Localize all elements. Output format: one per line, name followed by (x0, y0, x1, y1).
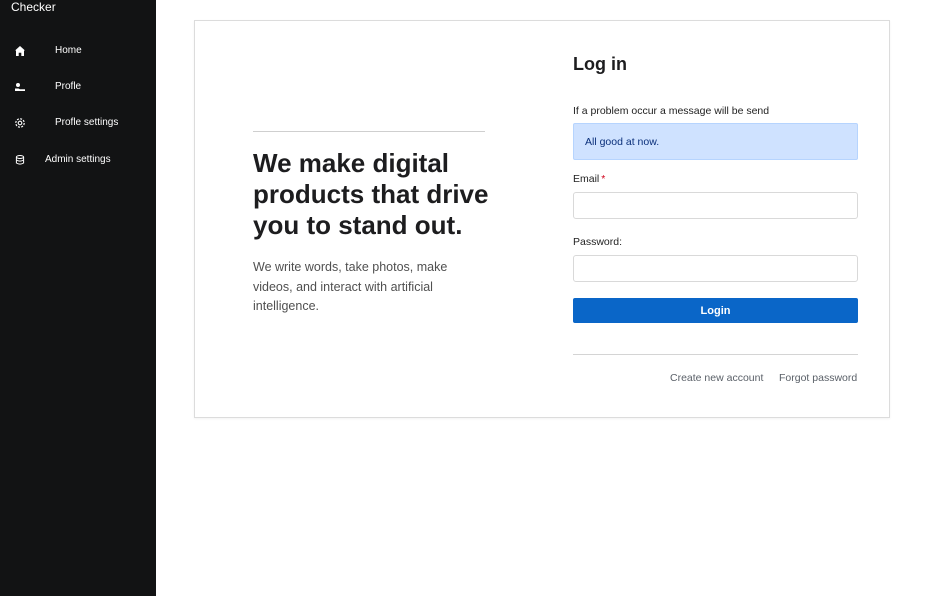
password-label: Password: (573, 236, 623, 248)
sidebar-item-label: Home (55, 45, 82, 56)
message-label: If a problem occur a message will be sen… (573, 105, 770, 117)
status-message-text: All good at now. (585, 136, 660, 148)
user-icon (13, 80, 27, 94)
sidebar-item-admin-settings[interactable]: Admin settings (0, 148, 156, 172)
hero-divider (253, 131, 485, 132)
footer-divider (573, 354, 858, 355)
email-field[interactable] (573, 192, 858, 219)
database-icon (13, 153, 27, 167)
sidebar-item-label: Profle (55, 81, 82, 92)
email-label-text: Email (573, 173, 600, 185)
login-button[interactable]: Login (573, 298, 858, 323)
login-title: Log in (573, 54, 627, 74)
sidebar-item-profile-settings[interactable]: Profle settings (0, 111, 156, 135)
create-account-link[interactable]: Create new account (670, 372, 763, 385)
home-icon (13, 44, 27, 58)
gear-icon (13, 116, 27, 130)
sidebar: Checker Home Profle Profle settings Admi… (0, 0, 156, 596)
sidebar-item-home[interactable]: Home (0, 39, 156, 63)
brand-name[interactable]: Checker (11, 0, 56, 14)
sidebar-item-profile[interactable]: Profle (0, 75, 156, 99)
forgot-password-link[interactable]: Forgot password (779, 372, 857, 385)
email-label: Email * (573, 173, 605, 186)
status-message: All good at now. (573, 123, 858, 160)
sidebar-item-label: Admin settings (45, 154, 111, 165)
password-field[interactable] (573, 255, 858, 282)
required-indicator: * (601, 173, 606, 185)
hero-title: We make digital products that drive you … (253, 148, 489, 240)
sidebar-item-label: Profle settings (55, 117, 119, 128)
hero-description: We write words, take photos, make videos… (253, 260, 448, 313)
